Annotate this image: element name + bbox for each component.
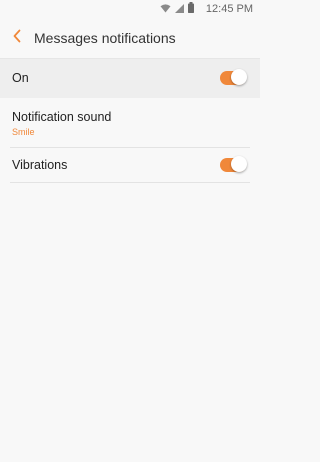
notification-sound-row[interactable]: Notification sound Smile xyxy=(0,99,260,147)
toggle-knob xyxy=(231,69,247,85)
vibrations-toggle[interactable] xyxy=(220,156,247,172)
status-time: 12:45 PM xyxy=(205,3,253,15)
toggle-knob xyxy=(231,156,247,172)
vibrations-label: Vibrations xyxy=(12,158,68,172)
on-setting-row[interactable]: On xyxy=(0,59,260,98)
vibrations-setting-row[interactable]: Vibrations xyxy=(0,148,260,182)
status-bar: 12:45 PM xyxy=(0,0,260,18)
header: Messages notifications xyxy=(0,18,260,58)
notification-sound-label: Notification sound xyxy=(12,110,112,124)
wifi-icon xyxy=(160,0,171,18)
signal-icon xyxy=(175,0,184,18)
notification-sound-value: Smile xyxy=(12,127,35,137)
chevron-left-icon xyxy=(12,29,22,48)
status-icons xyxy=(160,0,194,18)
on-label: On xyxy=(12,71,29,85)
on-toggle[interactable] xyxy=(220,69,247,85)
battery-icon xyxy=(188,0,194,18)
row-divider xyxy=(10,182,250,183)
back-button[interactable] xyxy=(6,26,28,50)
page-title: Messages notifications xyxy=(34,30,176,46)
